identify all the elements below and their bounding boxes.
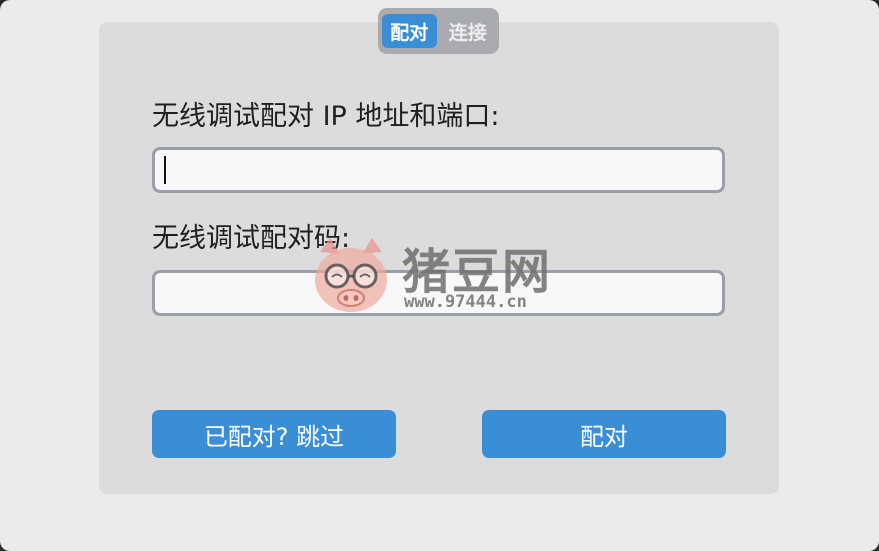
ip-port-field[interactable] xyxy=(152,147,725,193)
watermark: 猪豆网 www.97444.cn xyxy=(306,232,576,324)
text-caret xyxy=(164,156,166,184)
skip-button[interactable]: 已配对? 跳过 xyxy=(152,410,396,458)
pairing-window: 配对 连接 无线调试配对 IP 地址和端口: 无线调试配对码: 已配对? 跳过 … xyxy=(0,0,879,551)
ip-port-label: 无线调试配对 IP 地址和端口: xyxy=(152,101,500,132)
pig-logo-icon xyxy=(315,238,387,312)
tab-connect[interactable]: 连接 xyxy=(441,14,496,48)
mode-switch: 配对 连接 xyxy=(378,8,499,54)
pair-button[interactable]: 配对 xyxy=(482,410,726,458)
tab-pair[interactable]: 配对 xyxy=(382,14,437,48)
ip-port-input[interactable] xyxy=(155,150,722,190)
watermark-url: www.97444.cn xyxy=(404,292,527,312)
